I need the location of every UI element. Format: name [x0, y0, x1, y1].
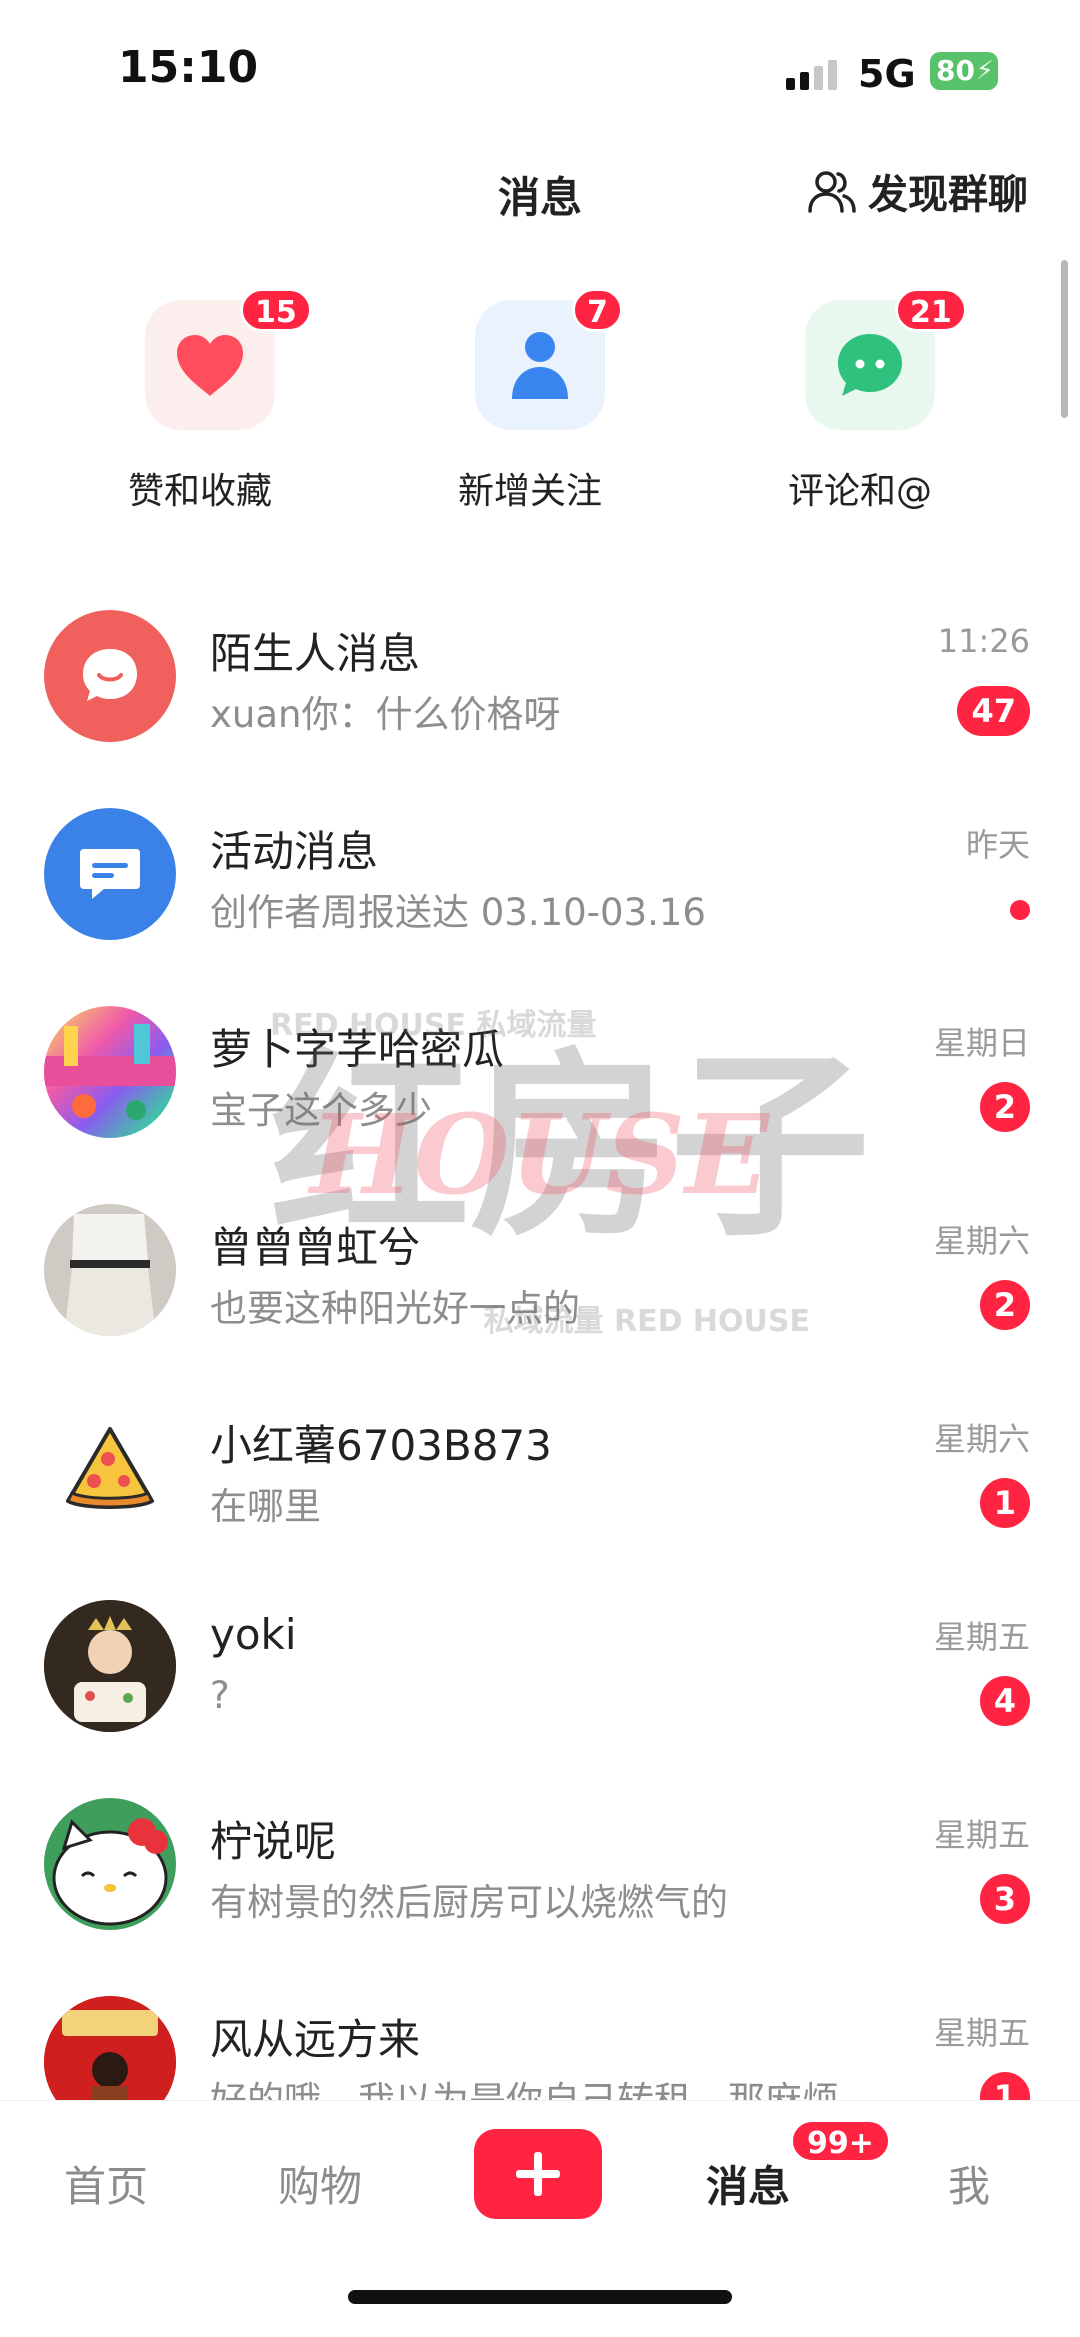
- chat-bubble-icon: [838, 334, 902, 396]
- group-users-icon: [808, 171, 856, 213]
- new-followers-entry[interactable]: 7 新增关注: [400, 288, 660, 530]
- conversation-time: 星期六: [933, 1222, 1030, 1260]
- discover-group-chat-label: 发现群聊: [868, 172, 1028, 218]
- unread-badge: 2: [979, 1082, 1030, 1132]
- status-time: 15:10: [118, 42, 259, 93]
- conversation-name: yoki: [210, 1610, 297, 1659]
- messages-screen: 15:10 5G 80 ⚡ 消息 发现群聊 15 赞和收藏 7 新增关注 21 …: [0, 0, 1080, 2337]
- birthday-photo-avatar: [44, 1600, 176, 1732]
- charging-icon: ⚡: [975, 56, 994, 86]
- conversation-preview: 也要这种阳光好一点的: [210, 1287, 580, 1330]
- conversation-row[interactable]: 柠说呢 有树景的然后厨房可以烧燃气的 星期五 3: [0, 1768, 1080, 1966]
- stranger-chat-icon: [44, 610, 176, 742]
- home-indicator[interactable]: [348, 2290, 732, 2304]
- activity-message-icon: [44, 808, 176, 940]
- nav-shopping[interactable]: 购物: [278, 2153, 362, 2214]
- conversation-time: 星期日: [933, 1024, 1030, 1062]
- conversation-time: 星期六: [933, 1420, 1030, 1458]
- unread-badge: 1: [979, 2072, 1030, 2100]
- unread-badge: 47: [957, 686, 1030, 736]
- conversation-preview: 有树景的然后厨房可以烧燃气的: [210, 1881, 728, 1924]
- unread-badge: 4: [979, 1676, 1030, 1726]
- conversation-preview: 创作者周报送达 03.10-03.16: [210, 891, 706, 934]
- likes-count-badge: 15: [240, 288, 312, 332]
- heart-icon: [177, 335, 243, 396]
- conversation-preview: 宝子这个多少: [210, 1089, 432, 1132]
- network-label: 5G: [858, 52, 916, 96]
- conversation-preview: ?: [210, 1674, 230, 1717]
- conversation-preview: xuan你：什么价格呀: [210, 693, 561, 736]
- likes-label: 赞和收藏: [127, 471, 272, 512]
- outfit-photo-avatar: [44, 1204, 176, 1336]
- comments-label: 评论和@: [787, 471, 932, 512]
- conversation-name: 小红薯6703B873: [210, 1421, 552, 1470]
- unread-badge: 1: [979, 1478, 1030, 1528]
- conversation-time: 11:26: [937, 622, 1030, 660]
- notification-categories: 15 赞和收藏 7 新增关注 21 评论和@: [0, 288, 1080, 530]
- hello-kitty-avatar: [44, 1798, 176, 1930]
- conversation-time: 昨天: [965, 826, 1030, 864]
- create-post-button[interactable]: [474, 2129, 602, 2219]
- conversation-row[interactable]: 陌生人消息 xuan你：什么价格呀 11:26 47: [0, 580, 1080, 778]
- status-bar: 15:10 5G 80 ⚡: [0, 0, 1080, 140]
- pizza-avatar: [44, 1402, 176, 1534]
- unread-dot: [1010, 900, 1030, 920]
- scrollbar[interactable]: [1061, 260, 1068, 418]
- nav-messages[interactable]: 消息: [706, 2153, 790, 2214]
- page-header: 消息 发现群聊: [0, 140, 1080, 240]
- comments-count-badge: 21: [895, 288, 967, 332]
- conversation-name: 风从远方来: [210, 2015, 421, 2064]
- colorful-avatar: [44, 1006, 176, 1138]
- red-poster-avatar: [44, 1996, 176, 2100]
- conversation-name: 萝卜字芓哈密瓜: [210, 1025, 505, 1074]
- followers-label: 新增关注: [457, 471, 602, 512]
- nav-home[interactable]: 首页: [64, 2153, 148, 2214]
- conversation-row[interactable]: 风从远方来 好的哦，我以为是你自己转租，那麻烦 星期五 1: [0, 1966, 1080, 2100]
- conversation-name: 曾曾曾虹兮: [210, 1223, 421, 1272]
- conversation-row[interactable]: 活动消息 创作者周报送达 03.10-03.16 昨天: [0, 778, 1080, 976]
- conversation-row[interactable]: 小红薯6703B873 在哪里 星期六 1: [0, 1372, 1080, 1570]
- conversation-time: 星期五: [933, 1816, 1030, 1854]
- conversation-preview: 好的哦，我以为是你自己转租，那麻烦: [210, 2070, 839, 2100]
- conversation-time: 星期五: [933, 2014, 1030, 2052]
- conversation-name: 柠说呢: [210, 1817, 337, 1866]
- unread-badge: 3: [979, 1874, 1030, 1924]
- likes-and-favorites-entry[interactable]: 15 赞和收藏: [70, 288, 330, 530]
- conversation-row[interactable]: 曾曾曾虹兮 也要这种阳光好一点的 星期六 2: [0, 1174, 1080, 1372]
- nav-me[interactable]: 我: [948, 2153, 990, 2214]
- discover-group-chat-button[interactable]: 发现群聊: [806, 162, 1028, 220]
- messages-nav-badge: 99+: [790, 2119, 891, 2163]
- comments-and-mentions-entry[interactable]: 21 评论和@: [730, 288, 990, 530]
- conversation-name: 活动消息: [210, 827, 379, 876]
- conversation-name: 陌生人消息: [210, 629, 421, 678]
- battery-icon: 80 ⚡: [930, 52, 998, 90]
- conversation-preview: 在哪里: [210, 1485, 321, 1528]
- user-icon: [512, 332, 568, 399]
- unread-badge: 2: [979, 1280, 1030, 1330]
- message-list: 陌生人消息 xuan你：什么价格呀 11:26 47 活动消息 创作者周报送达 …: [0, 580, 1080, 2100]
- signal-strength-icon: [786, 60, 840, 90]
- plus-icon: [516, 2152, 560, 2196]
- conversation-time: 星期五: [933, 1618, 1030, 1656]
- battery-level: 80: [936, 54, 975, 87]
- followers-count-badge: 7: [572, 288, 623, 332]
- conversation-row[interactable]: 萝卜字芓哈密瓜 宝子这个多少 星期日 2: [0, 976, 1080, 1174]
- conversation-row[interactable]: yoki ? 星期五 4: [0, 1570, 1080, 1768]
